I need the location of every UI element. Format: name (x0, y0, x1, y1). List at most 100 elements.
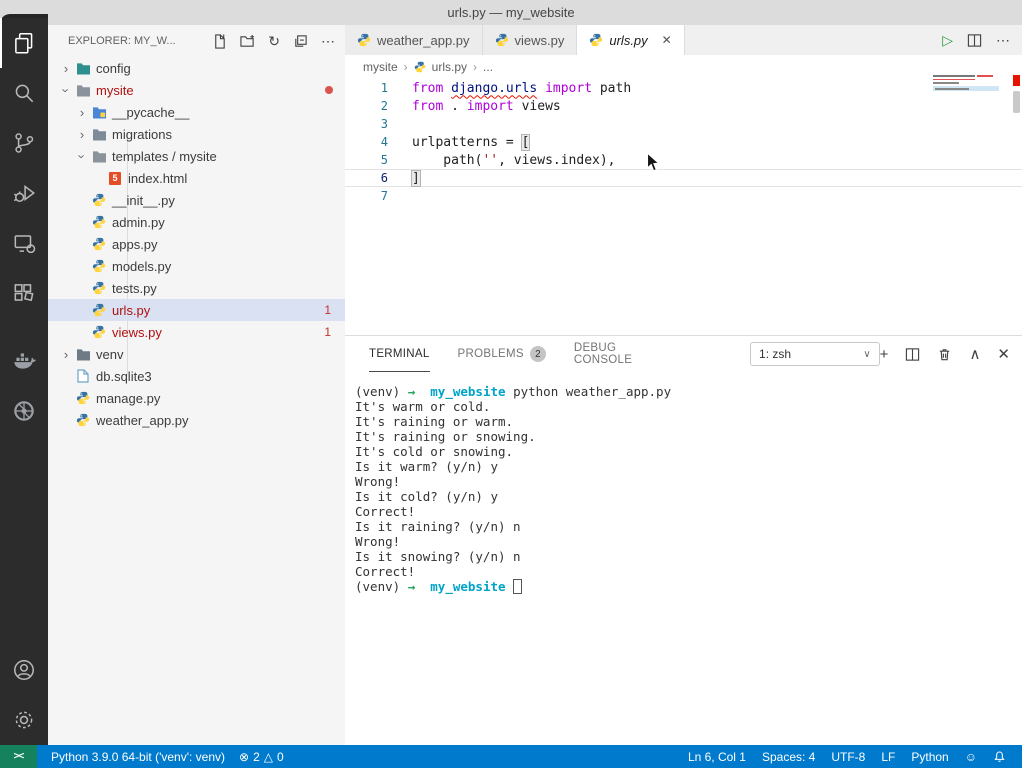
terminal-line: It's cold or snowing. (355, 444, 1015, 459)
run-debug-icon[interactable] (0, 168, 48, 218)
tree-item-label: models.py (112, 259, 171, 274)
extensions-icon[interactable] (0, 268, 48, 318)
explorer-header: EXPLORER: MY_W... ↻ ⋯ (48, 25, 345, 57)
kubernetes-icon[interactable] (0, 386, 48, 436)
folder-icon (90, 106, 108, 119)
tree-item-label: tests.py (112, 281, 157, 296)
tree-item-templates-mysite[interactable]: ›templates / mysite (48, 145, 345, 167)
close-tab-icon[interactable]: ✕ (662, 33, 672, 47)
breadcrumb-folder[interactable]: mysite (363, 60, 398, 74)
tree-item-mysite[interactable]: ›mysite (48, 79, 345, 101)
code-line-6[interactable]: 6] (345, 169, 1022, 187)
tree-item-venv[interactable]: ›venv (48, 343, 345, 365)
settings-gear-icon[interactable] (0, 695, 48, 745)
new-folder-icon[interactable] (240, 34, 255, 49)
terminal-line: Is it cold? (y/n) y (355, 489, 1015, 504)
python-file-icon (90, 237, 108, 251)
tree-item-views-py[interactable]: views.py 1 (48, 321, 345, 343)
docker-icon[interactable] (0, 336, 48, 386)
python-interpreter[interactable]: Python 3.9.0 64-bit ('venv': venv) (51, 750, 225, 764)
tree-item--init-py[interactable]: __init__.py (48, 189, 345, 211)
problems-status[interactable]: ⊗ 2 △ 0 (239, 750, 284, 764)
tree-item--pycache-[interactable]: ›__pycache__ (48, 101, 345, 123)
split-terminal-icon[interactable] (905, 347, 920, 362)
python-file-icon (357, 33, 371, 47)
encoding[interactable]: UTF-8 (831, 750, 865, 764)
search-icon[interactable] (0, 68, 48, 118)
eol-sequence[interactable]: LF (881, 750, 895, 764)
tree-item-admin-py[interactable]: admin.py (48, 211, 345, 233)
terminal-output[interactable]: (venv) → my_website python weather_app.p… (355, 384, 1015, 594)
tree-item-models-py[interactable]: models.py (48, 255, 345, 277)
tree-item-manage-py[interactable]: manage.py (48, 387, 345, 409)
tree-item-db-sqlite3[interactable]: db.sqlite3 (48, 365, 345, 387)
tree-item-tests-py[interactable]: tests.py (48, 277, 345, 299)
minimap-slider[interactable] (1013, 91, 1020, 113)
more-actions-icon[interactable]: ⋯ (321, 34, 335, 48)
code-line-7[interactable]: 7 (345, 187, 1022, 205)
tree-item-label: views.py (112, 325, 162, 340)
editor-tab-bar: weather_app.py views.py urls.py ✕ ▷ ⋯ (345, 25, 1022, 55)
minimap[interactable] (933, 75, 1003, 115)
tab-weather-app[interactable]: weather_app.py (345, 25, 483, 55)
new-terminal-icon[interactable]: + (880, 347, 889, 362)
editor-more-actions-icon[interactable]: ⋯ (996, 33, 1010, 47)
breadcrumb-symbol[interactable]: ... (483, 60, 493, 74)
new-file-icon[interactable] (212, 34, 227, 49)
folder-icon (74, 348, 92, 361)
tab-views[interactable]: views.py (483, 25, 578, 55)
tab-terminal[interactable]: TERMINAL (369, 336, 430, 372)
tree-item-urls-py[interactable]: urls.py1 (48, 299, 345, 321)
editor-group: weather_app.py views.py urls.py ✕ ▷ ⋯ my… (345, 25, 1022, 335)
code-editor[interactable]: 1from django.urls import path2from . imp… (345, 79, 1022, 205)
kill-terminal-icon[interactable] (937, 347, 952, 362)
tree-item-apps-py[interactable]: apps.py (48, 233, 345, 255)
chevron-down-icon: ∨ (863, 349, 870, 360)
tab-urls[interactable]: urls.py ✕ (577, 25, 684, 55)
refresh-icon[interactable]: ↻ (268, 34, 280, 48)
tree-item-config[interactable]: ›config (48, 57, 345, 79)
tree-item-index-html[interactable]: 5index.html (48, 167, 345, 189)
breadcrumb-file[interactable]: urls.py (432, 60, 467, 74)
breadcrumb[interactable]: mysite › urls.py › ... (345, 55, 1022, 79)
tree-item-label: weather_app.py (96, 413, 189, 428)
close-panel-icon[interactable]: ✕ (997, 347, 1010, 362)
source-control-icon[interactable] (0, 118, 48, 168)
indentation[interactable]: Spaces: 4 (762, 750, 815, 764)
collapse-folders-icon[interactable] (293, 34, 308, 49)
code-line-4[interactable]: 4urlpatterns = [ (345, 133, 1022, 151)
tree-item-label: admin.py (112, 215, 165, 230)
tab-label: views.py (515, 33, 565, 48)
terminal-select[interactable]: 1: zsh ∨ (750, 342, 880, 366)
remote-indicator[interactable]: >< (0, 745, 37, 768)
python-file-icon (90, 215, 108, 229)
notifications-bell-icon[interactable] (993, 750, 1006, 763)
tab-problems[interactable]: PROBLEMS2 (458, 336, 546, 372)
code-line-1[interactable]: 1from django.urls import path (345, 79, 1022, 97)
language-mode[interactable]: Python (911, 750, 948, 764)
maximize-panel-icon[interactable]: ∧ (969, 347, 980, 362)
split-editor-icon[interactable] (967, 33, 982, 48)
python-file-icon (90, 193, 108, 207)
tree-item-label: templates / mysite (112, 149, 217, 164)
folder-icon (90, 150, 108, 163)
code-line-3[interactable]: 3 (345, 115, 1022, 133)
code-line-2[interactable]: 2from . import views (345, 97, 1022, 115)
line-number: 3 (345, 117, 388, 131)
python-file-icon (74, 391, 92, 405)
accounts-icon[interactable] (0, 645, 48, 695)
cursor-position[interactable]: Ln 6, Col 1 (688, 750, 746, 764)
tab-debug-console[interactable]: DEBUG CONSOLE (574, 336, 662, 372)
tree-item-weather-app-py[interactable]: weather_app.py (48, 409, 345, 431)
problems-badge: 1 (324, 325, 331, 339)
folder-icon (74, 84, 92, 97)
code-line-5[interactable]: 5 path('', views.index), (345, 151, 1022, 169)
remote-explorer-icon[interactable] (0, 218, 48, 268)
tree-item-label: config (96, 61, 131, 76)
feedback-icon[interactable]: ☺ (965, 750, 977, 764)
terminal-line: Is it warm? (y/n) y (355, 459, 1015, 474)
tree-item-label: manage.py (96, 391, 160, 406)
tree-item-migrations[interactable]: ›migrations (48, 123, 345, 145)
run-file-icon[interactable]: ▷ (942, 32, 953, 49)
explorer-icon[interactable] (0, 18, 48, 68)
